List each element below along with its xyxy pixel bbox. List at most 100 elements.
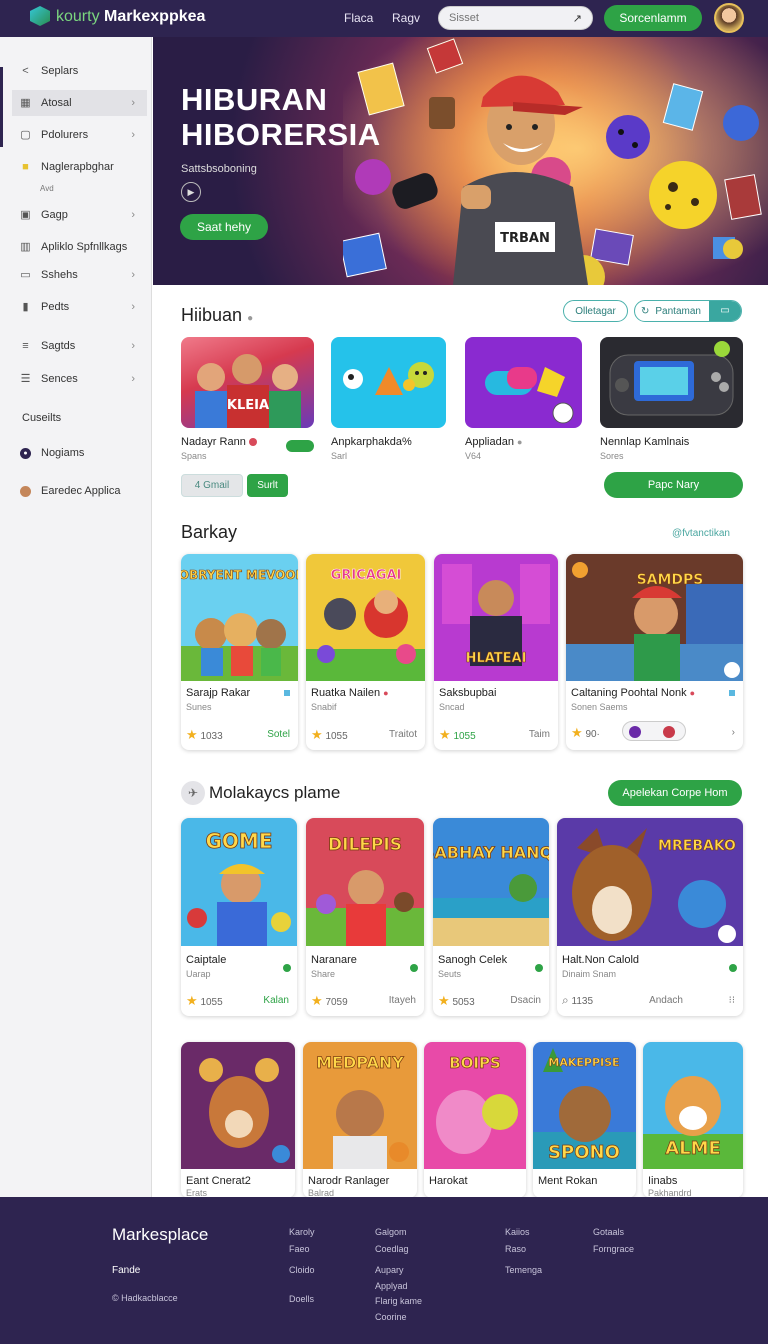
user-avatar[interactable] [714, 3, 744, 33]
footer-link[interactable]: Cloido [289, 1265, 315, 1275]
tile-thumb-2[interactable] [331, 337, 446, 428]
section1-cta-button[interactable]: Papc Nary [604, 472, 743, 498]
game-card-name: Narodr Ranlager [308, 1175, 390, 1187]
footer-link[interactable]: Temenga [505, 1265, 542, 1275]
game-icon [663, 726, 675, 738]
game-card-art: ALME [643, 1042, 743, 1169]
game-card[interactable]: Eant Cnerat2 Erats [181, 1042, 295, 1198]
gmail-button[interactable]: 4 Gmail [181, 474, 243, 497]
footer-left-label[interactable]: Fande [112, 1265, 140, 1276]
star-icon: ★ [311, 727, 323, 742]
hero-banner: TRBAN HIBURAN HIBORERSIA Sattsbsoboning ▶… [153, 37, 768, 285]
logo-icon[interactable] [30, 6, 50, 26]
section-title-molakaycs: Molakaycs plame [209, 783, 341, 802]
chevron-right-icon[interactable]: › [732, 727, 735, 738]
game-card-art: BOIPS [424, 1042, 526, 1169]
footer-link[interactable]: Aupary [375, 1265, 404, 1275]
game-card-rating: ★ 1033 [186, 727, 223, 743]
sidebar-item-applica[interactable]: Earedec Applica [12, 478, 147, 504]
star-icon: ★ [186, 727, 198, 742]
game-card[interactable]: MREBAKO Halt.Non Calold Dinaim Snam ⌕ 11… [557, 818, 743, 1016]
footer-link[interactable]: Raso [505, 1244, 526, 1254]
sidebar-item-gagp[interactable]: ▣ Gagp › [12, 202, 147, 228]
game-card-name: Eant Cnerat2 [186, 1175, 251, 1187]
grid-icon: ▦ [20, 96, 31, 109]
game-card-name: Halt.Non Calold [562, 954, 640, 966]
game-card-name: Sarajp Rakar [186, 687, 251, 699]
game-card-sub: Seuts [438, 969, 462, 979]
tile-sub-3: V64 [465, 451, 482, 461]
sidebar-item-sshehs[interactable]: ▭ Sshehs › [12, 262, 147, 288]
tile-thumb-3[interactable] [465, 337, 582, 428]
game-card[interactable]: DILEPIS Naranare Share ★ 7059 Itayeh [306, 818, 424, 1016]
logo[interactable]: kourty Markexppkea [56, 8, 205, 26]
sidebar-item-sagtds[interactable]: ≡ Sagtds › [12, 333, 147, 359]
sidebar-item-label: Seplars [41, 65, 79, 77]
footer: Markesplace Fande © Hadkacblacce Karoly … [0, 1197, 768, 1344]
filter-pill-2[interactable]: ↻ Pantaman ▭ [634, 300, 742, 322]
game-card-name: Caiptale [186, 954, 227, 966]
nav-link-2[interactable]: Ragv [392, 11, 420, 25]
grid-icon[interactable]: ⁝⁝ [729, 995, 735, 1006]
game-card[interactable]: HLATEAI Saksbupbai Sncad ★ 1055 Taim [434, 554, 558, 750]
nav-link-1[interactable]: Flaca [344, 11, 373, 25]
star-icon: ★ [439, 727, 451, 742]
game-card-name: Harokat [429, 1175, 468, 1187]
game-card-name: Iinabs [648, 1175, 678, 1187]
game-card[interactable]: SAMDPS Caltaning Poohtal Nonk ● Sonen Sa… [566, 554, 743, 750]
game-card-tag: Andach [649, 995, 683, 1006]
footer-link[interactable]: Applyad [375, 1281, 408, 1291]
search-input[interactable] [449, 12, 549, 24]
logo-prefix: kourty [56, 8, 100, 25]
footer-link[interactable]: Flarig kame [375, 1296, 422, 1306]
game-card[interactable]: MEDPANY Narodr Ranlager Balrad [303, 1042, 417, 1198]
hero-subtitle: Sattsbsoboning [181, 163, 257, 175]
search-bar[interactable]: ↗ [438, 6, 593, 30]
sidebar-item-apliklo[interactable]: ▥ Apliklo Spfnllkags [12, 234, 147, 260]
game-card-title-art: MAKEPPISE [548, 1056, 619, 1069]
tile-thumb-4[interactable] [600, 337, 743, 428]
sidebar-item-label: Atosal [41, 97, 72, 109]
sidebar-item-pedts[interactable]: ▮ Pedts › [12, 294, 147, 320]
sign-in-button[interactable]: Sorcenlamm [604, 5, 702, 31]
footer-link[interactable]: Galgom [375, 1227, 407, 1237]
section3-cta-button[interactable]: Apelekan Corpe Hom [608, 780, 742, 806]
chevron-right-icon: › [131, 97, 135, 109]
footer-link[interactable]: Forngrace [593, 1244, 634, 1254]
tile-sub-2: Sarl [331, 451, 348, 461]
game-card-title-art: SABHAY HANQI [433, 843, 549, 862]
footer-link[interactable]: Doells [289, 1294, 314, 1304]
footer-link[interactable]: Gotaals [593, 1227, 624, 1237]
game-card[interactable]: GOME Caiptale Uarap ★ 1055 Kalan [181, 818, 297, 1016]
box-icon: ▢ [20, 128, 31, 141]
footer-link[interactable]: Karoly [289, 1227, 315, 1237]
sidebar-item-atosal[interactable]: ▦ Atosal › [12, 90, 147, 116]
tile-thumb-1[interactable]: KLEIA [181, 337, 314, 428]
game-card[interactable]: ALME Iinabs Pakhandrd [643, 1042, 743, 1198]
game-card-rating: ★ 5053 [438, 993, 475, 1009]
game-card[interactable]: MAKEPPISE SPONO Ment Rokan [533, 1042, 636, 1198]
game-card-rating: ★ 7059 [311, 993, 348, 1009]
footer-link[interactable]: Kaiios [505, 1227, 530, 1237]
footer-link[interactable]: Coorine [375, 1312, 407, 1322]
sort-button[interactable]: Surlt [247, 474, 288, 497]
game-card[interactable]: BOIPS Harokat [424, 1042, 526, 1198]
game-card[interactable]: GRICAGAI Ruatka Nailen ● Snabif ★ 1055 T… [306, 554, 425, 750]
game-card[interactable]: HOBRYENT MEVOOE! Sarajp Rakar Sunes ★ 10… [181, 554, 298, 750]
game-card-title-art: HOBRYENT MEVOOE! [181, 568, 298, 582]
sidebar-item-seplars[interactable]: < Seplars [12, 58, 147, 84]
play-icon[interactable]: ▶ [181, 182, 201, 202]
footer-link[interactable]: Faeo [289, 1244, 310, 1254]
sidebar-item-nogiams[interactable]: ● Nogiams [12, 440, 147, 466]
game-card-rating: ★ 1055 [311, 727, 348, 743]
search-icon[interactable]: ↗ [573, 12, 582, 25]
section2-link[interactable]: @fvtanctikan [672, 528, 730, 539]
sidebar-item-sences[interactable]: ☰ Sences › [12, 366, 147, 392]
sidebar-item-pdolurers[interactable]: ▢ Pdolurers › [12, 122, 147, 148]
hero-cta-button[interactable]: Saat hehy [180, 214, 268, 240]
game-card-rating: ★ 90· [571, 725, 600, 741]
footer-link[interactable]: Coedlag [375, 1244, 409, 1254]
sidebar-item-naglerapbghar[interactable]: ■ Naglerapbghar [12, 154, 147, 180]
game-card[interactable]: SABHAY HANQI Sanogh Celek Seuts ★ 5053 D… [433, 818, 549, 1016]
filter-pill-1[interactable]: Olletagar [563, 300, 628, 322]
